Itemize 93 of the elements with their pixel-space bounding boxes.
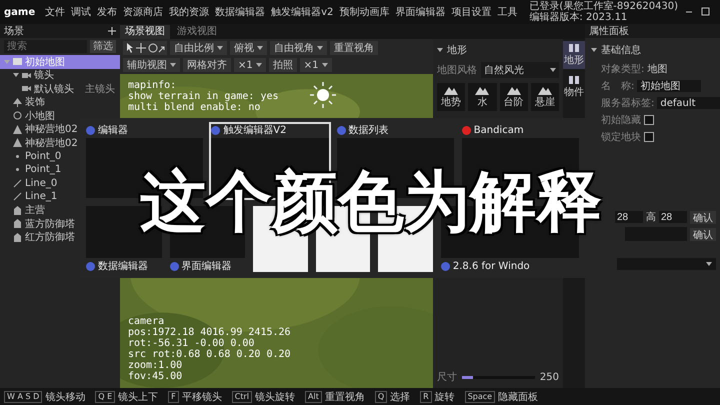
window-title: 触发编辑器V2 xyxy=(223,124,286,137)
menu-item[interactable]: 文件 xyxy=(45,5,66,19)
field-label: 锁定地块 xyxy=(601,130,641,144)
tree-item[interactable]: Line_0 xyxy=(0,176,62,190)
toolbar-button[interactable]: 网格对齐 xyxy=(183,58,231,72)
tag-field[interactable]: default xyxy=(657,97,720,109)
editor-version: 编辑器版本: 2023.11 xyxy=(529,12,628,23)
key-hint: Space xyxy=(464,390,496,402)
toolbar-button[interactable]: 重置视角 xyxy=(330,41,378,55)
tree-item[interactable]: 主营 xyxy=(0,204,49,217)
view-tab[interactable]: 游戏视图 xyxy=(172,25,222,39)
key-hint: W A S D xyxy=(4,390,42,402)
menu-item[interactable]: 工具 xyxy=(497,5,518,19)
field-value: 地图 xyxy=(647,62,668,76)
hint-label: 重置视角 xyxy=(324,390,365,404)
menu-item[interactable]: 资源商店 xyxy=(123,5,164,19)
hint-label: 隐藏面板 xyxy=(498,390,538,404)
key-hint: Alt xyxy=(305,390,322,402)
view-tab[interactable]: 场景视图 xyxy=(120,25,170,39)
tree-item-tag: 主镜头 xyxy=(85,82,115,96)
field-label: 高 xyxy=(646,210,656,224)
menu-item[interactable]: 调试 xyxy=(71,5,92,19)
tree-item[interactable]: Point_1 xyxy=(0,163,66,176)
terrain-tool-button[interactable]: 悬崖 xyxy=(530,83,559,111)
app-name: game xyxy=(4,6,36,18)
window-title: 2.8.6 for Windo xyxy=(452,260,530,272)
size-value: 250 xyxy=(540,372,559,382)
hint-label: 镜头旋转 xyxy=(255,390,295,404)
key-hint: R xyxy=(420,390,432,402)
side-tab[interactable]: 物件 xyxy=(563,73,585,101)
panel-title: 场景 xyxy=(4,24,24,38)
tree-item[interactable]: 装饰 xyxy=(0,96,49,109)
menu-item[interactable]: 发布 xyxy=(97,5,118,19)
field-label: 对象类型: xyxy=(601,62,644,76)
name-field[interactable]: 初始地图 xyxy=(637,80,702,92)
toolbar-button[interactable]: ×1 xyxy=(300,58,332,72)
menu-item[interactable]: 数据编辑器 xyxy=(215,5,266,19)
hint-label: 镜头移动 xyxy=(45,390,86,404)
style-dropdown[interactable]: 自然风光 xyxy=(481,62,559,78)
hint-label: 选择 xyxy=(390,390,410,404)
window-title: 数据编辑器 xyxy=(98,260,148,273)
tree-item[interactable]: 默认镜头 主镜头 xyxy=(0,82,119,96)
toolbar-button[interactable]: 拍照 xyxy=(268,58,297,72)
height-field[interactable]: 28 xyxy=(659,211,687,223)
section-title: 地形 xyxy=(447,44,467,57)
window-title: Bandicam xyxy=(474,124,524,136)
menu-item[interactable]: 项目设置 xyxy=(451,5,492,19)
field-label: 名 称: xyxy=(601,80,634,93)
terrain-tool-button[interactable]: 台阶 xyxy=(500,83,528,111)
tree-item[interactable]: 红方防御塔 xyxy=(0,230,79,244)
camera-info-text: camera pos:1972.18 4016.99 2415.26 rot:-56.31 -0.00 0.00 src rot:0.68 0.68 0.20 0.20 zoom:1.00 fov:45.00 xyxy=(128,316,291,382)
tree-item[interactable]: 神秘营地02 xyxy=(0,136,82,150)
filter-button[interactable]: 筛选 xyxy=(90,40,116,53)
tree-item[interactable]: 镜头 xyxy=(0,68,58,82)
section-title: 基础信息 xyxy=(601,44,641,57)
width-field[interactable]: 28 xyxy=(615,211,643,223)
panel-title: 属性面板 xyxy=(589,24,629,38)
key-hint: Ctrl xyxy=(232,390,252,402)
terrain-tool-button[interactable]: 地势 xyxy=(437,83,466,111)
tree-item[interactable]: Point_0 xyxy=(0,150,66,163)
toolbar-button[interactable]: 自由视角 xyxy=(270,41,327,55)
tree-item[interactable]: 小地图 xyxy=(0,109,59,122)
menu-item[interactable]: 触发编辑器v2 xyxy=(271,5,334,19)
toolbar-button[interactable]: 辅助视图 xyxy=(123,58,180,72)
key-hint: F xyxy=(168,390,179,402)
field-label: 地图风格 xyxy=(437,64,477,77)
field-label: 尺寸 xyxy=(437,370,457,384)
menu-item[interactable]: 界面编辑器 xyxy=(395,5,446,19)
window-title: 界面编辑器 xyxy=(182,260,232,273)
key-hint: Q xyxy=(374,390,388,402)
confirm-button[interactable]: 确认 xyxy=(690,228,716,240)
field-label: 服务器标签: xyxy=(601,96,654,110)
terrain-tool-button[interactable]: 水 xyxy=(468,83,496,111)
tree-item[interactable]: Line_1 xyxy=(0,190,62,204)
hint-label: 镜头上下 xyxy=(118,390,158,404)
search-field[interactable]: 搜索 xyxy=(4,40,87,53)
confirm-button[interactable]: 确认 xyxy=(690,210,716,224)
key-hint: Q E xyxy=(95,390,116,402)
menu-item[interactable]: 我的资源 xyxy=(169,5,210,19)
side-tab[interactable]: 地形 xyxy=(563,41,585,69)
field-label: 初始隐藏 xyxy=(601,114,641,127)
toolbar-button[interactable]: 自由比例 xyxy=(170,41,227,55)
window-title: 数据列表 xyxy=(348,124,388,137)
menu-item[interactable]: 预制动画库 xyxy=(339,5,390,19)
toolbar-button[interactable]: ×1 xyxy=(234,58,266,72)
tree-item[interactable]: 蓝方防御塔 xyxy=(0,217,79,230)
window-title: 编辑器 xyxy=(98,124,128,137)
hint-label: 旋转 xyxy=(434,390,455,404)
login-status: 已登录(果您工作室-892620430) xyxy=(529,1,678,12)
map-info-text: mapinfo: show terrain in game: yes multi blend enable: no xyxy=(128,80,279,113)
hint-label: 平移镜头 xyxy=(182,390,222,404)
toolbar-button[interactable]: 俯视 xyxy=(230,41,267,55)
tree-item[interactable]: 神秘营地02 xyxy=(0,122,82,136)
